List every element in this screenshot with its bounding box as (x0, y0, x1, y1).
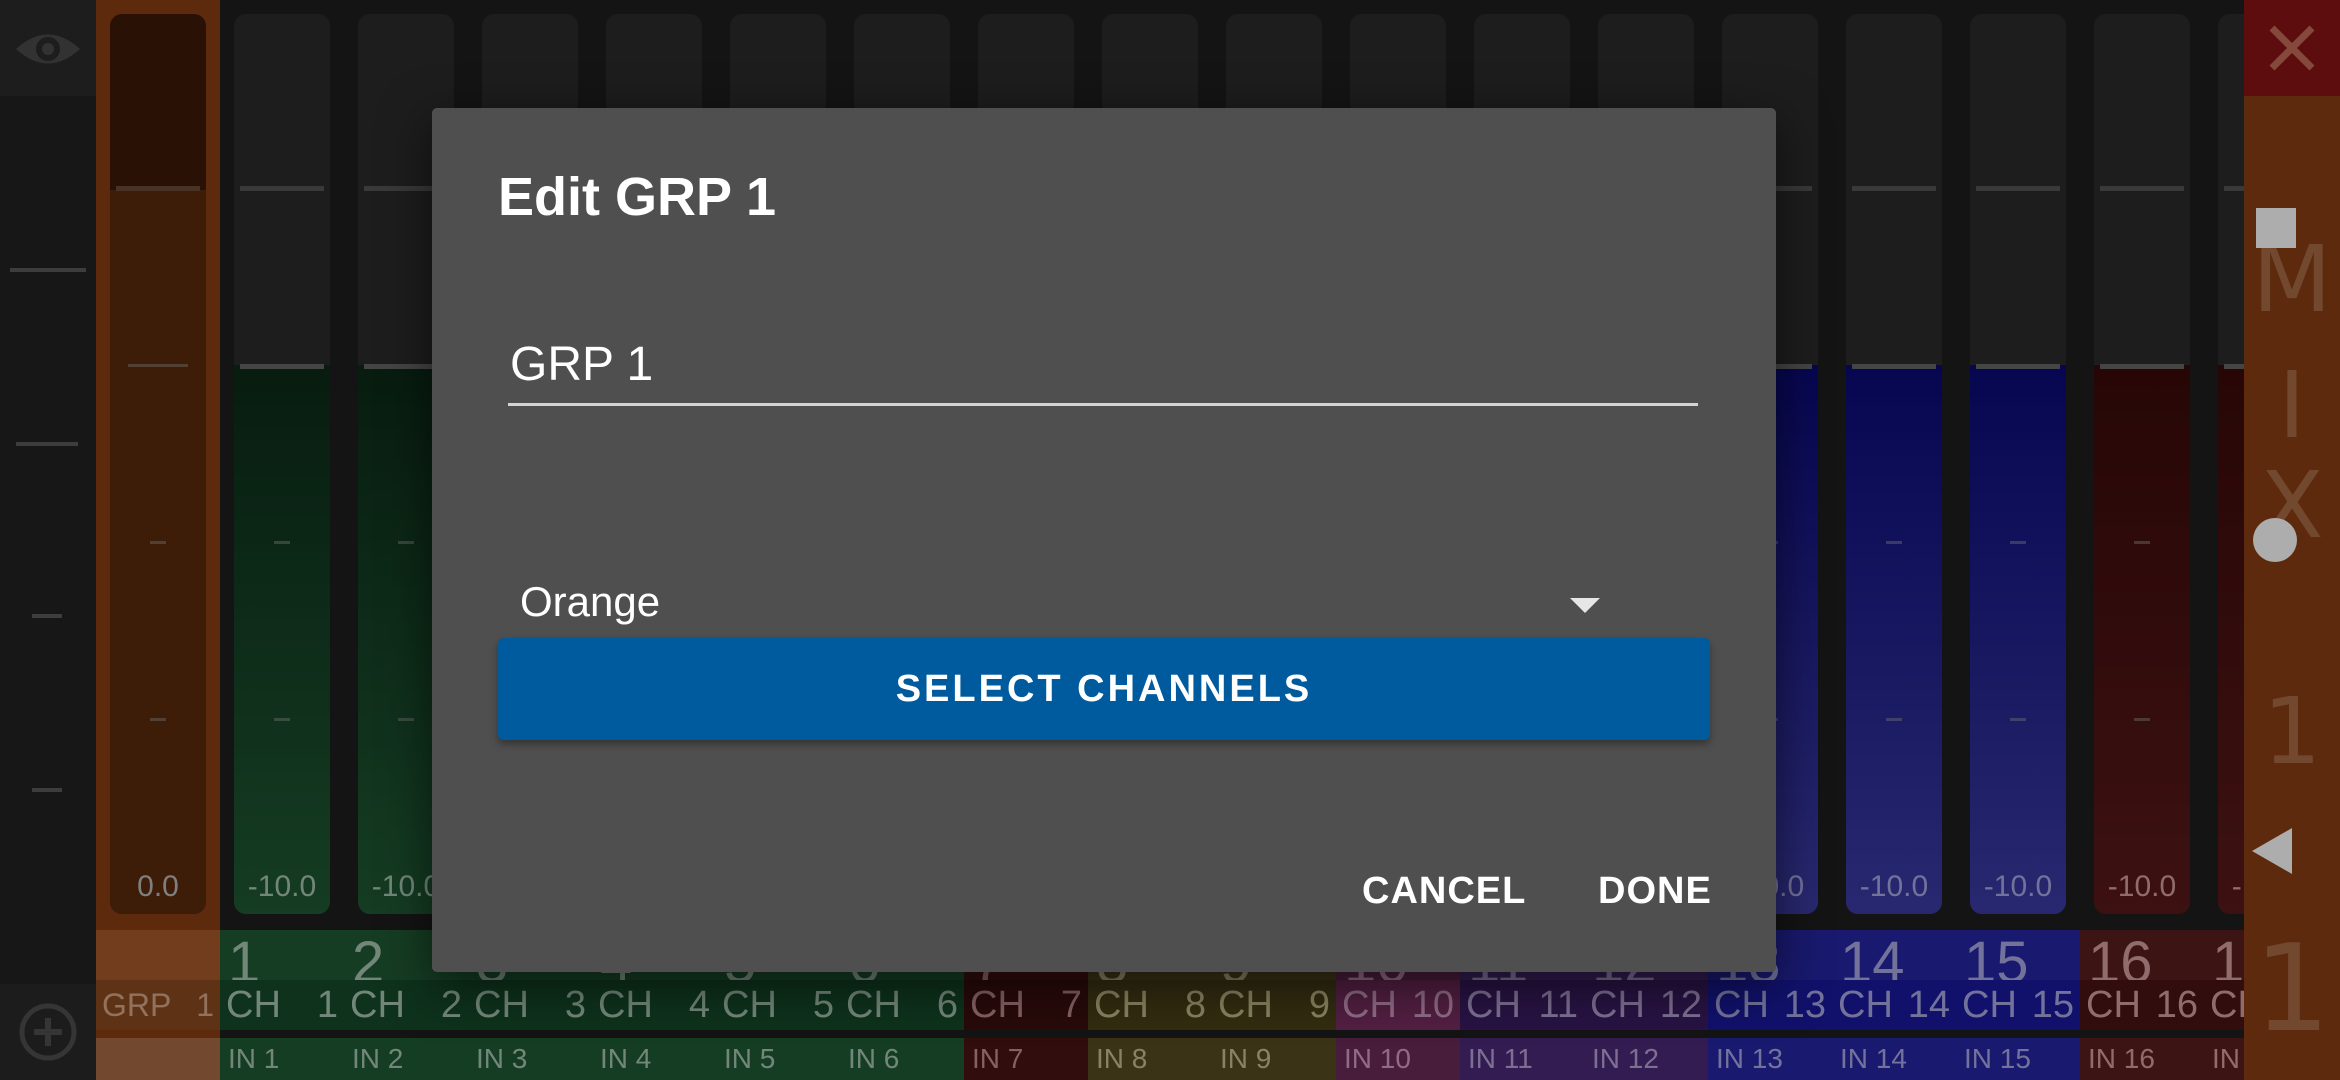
cancel-button[interactable]: CANCEL (1362, 870, 1526, 913)
color-dropdown[interactable]: Orange (508, 558, 1698, 648)
select-channels-button[interactable]: SELECT CHANNELS (498, 638, 1710, 740)
dialog-title: Edit GRP 1 (498, 167, 777, 227)
edit-group-dialog: Edit GRP 1 Orange SELECT CHANNELS CANCEL… (432, 108, 1776, 972)
color-value: Orange (520, 578, 661, 625)
group-name-input[interactable] (508, 326, 1698, 406)
done-button[interactable]: DONE (1598, 870, 1712, 913)
chevron-down-icon (1570, 598, 1600, 613)
